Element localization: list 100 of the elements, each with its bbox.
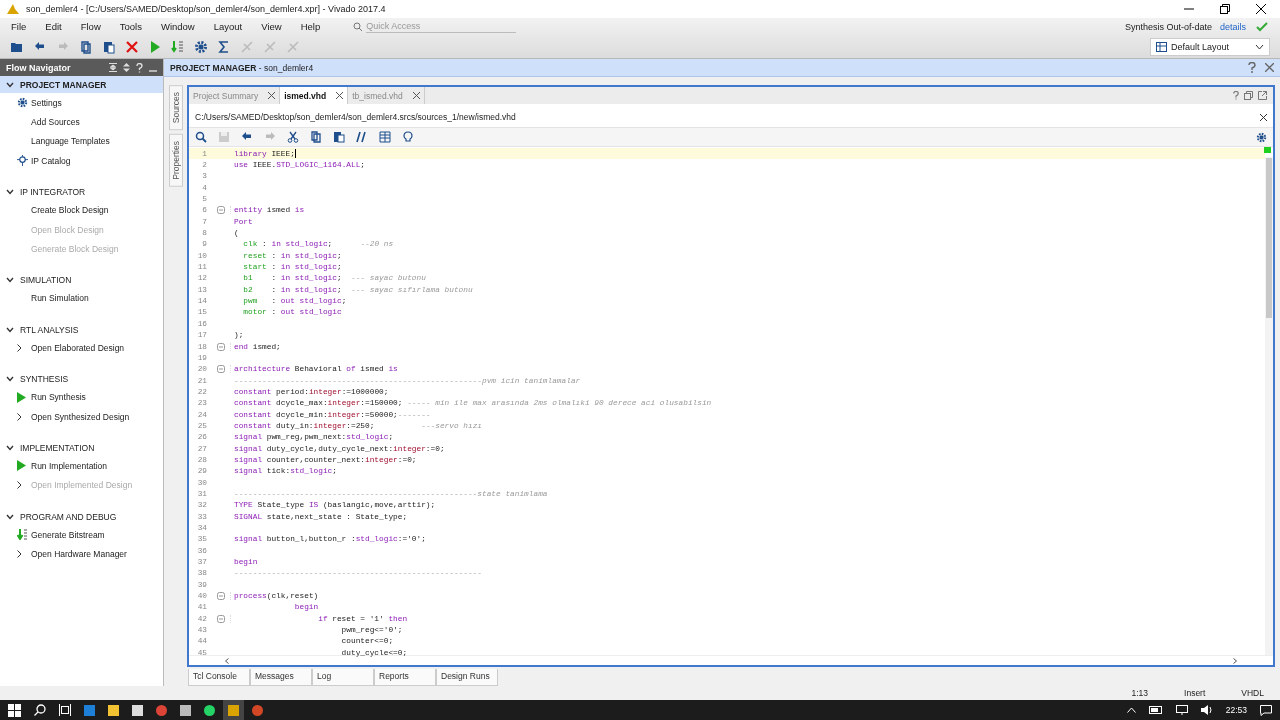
settings-icon xyxy=(17,97,28,109)
scrollbar[interactable] xyxy=(1265,157,1273,655)
copy-icon[interactable] xyxy=(310,131,322,143)
horizontal-scrollbar[interactable] xyxy=(189,655,1273,665)
navigator-item[interactable]: Run Implementation xyxy=(0,456,163,476)
navigator-item[interactable]: Open Elaborated Design xyxy=(0,338,163,358)
section-header[interactable]: PROJECT MANAGER xyxy=(0,76,163,93)
side-tab[interactable]: Properties xyxy=(168,134,183,187)
scroll-left-icon[interactable] xyxy=(225,657,229,664)
cut-icon[interactable] xyxy=(287,131,299,143)
bottom-tab[interactable]: Tcl Console xyxy=(188,669,250,686)
network-icon[interactable] xyxy=(1175,705,1188,715)
chevron-right-icon xyxy=(17,412,22,421)
fold-icon[interactable] xyxy=(216,342,225,351)
bottom-tab[interactable]: Log xyxy=(312,669,374,686)
collapse-icon[interactable] xyxy=(109,63,117,72)
menu-item[interactable]: Window xyxy=(160,21,203,32)
settings-icon[interactable] xyxy=(194,39,208,54)
task-view-icon[interactable] xyxy=(59,704,71,716)
close-icon[interactable] xyxy=(268,92,276,99)
speaker-icon[interactable] xyxy=(1200,705,1213,715)
file-language: VHDL xyxy=(1241,688,1264,698)
search-icon xyxy=(353,21,364,32)
float-window-icon[interactable] xyxy=(1258,91,1267,100)
editor-tab[interactable]: ismed.vhd xyxy=(280,87,349,104)
quick-access-field[interactable]: Quick Access xyxy=(366,20,517,33)
fold-icon[interactable] xyxy=(216,614,225,623)
status-text: Synthesis Out-of-date xyxy=(1124,21,1212,32)
chevron-right-icon xyxy=(17,481,22,490)
menu-item[interactable]: Flow xyxy=(80,21,109,32)
cursor-position: 1:13 xyxy=(1131,688,1149,698)
bottom-tab[interactable]: Reports xyxy=(374,669,436,686)
menu-item[interactable]: Edit xyxy=(45,21,70,32)
bottom-tab[interactable]: Messages xyxy=(250,669,312,686)
windows-start-icon[interactable] xyxy=(8,703,21,717)
comment-icon[interactable] xyxy=(356,131,368,143)
chevron-right-icon xyxy=(17,550,22,559)
chevron-icon xyxy=(6,444,14,451)
notification-icon[interactable] xyxy=(1260,704,1272,716)
chevron-icon xyxy=(6,376,14,382)
chevron-icon xyxy=(6,513,14,520)
play-icon xyxy=(17,391,26,403)
section-header[interactable]: RTL ANALYSIS xyxy=(0,321,163,339)
paste-icon[interactable] xyxy=(333,131,345,143)
navigator-item[interactable]: Language Templates xyxy=(0,131,163,152)
help-icon[interactable] xyxy=(1233,91,1239,100)
menu-item[interactable]: Tools xyxy=(119,21,150,32)
close-icon[interactable] xyxy=(1260,113,1267,121)
navigator-title: Flow Navigator xyxy=(6,62,71,73)
section-header[interactable]: SYNTHESIS xyxy=(0,370,163,388)
menu-item[interactable]: Help xyxy=(300,21,329,32)
fold-icon[interactable] xyxy=(216,592,225,601)
window-title: son_demler4 - [C:/Users/SAMED/Desktop/son_demler4/son_demler4.xpr] - Vivado 2017.4 xyxy=(26,4,386,14)
close-icon[interactable] xyxy=(1256,4,1266,14)
chevron-icon xyxy=(6,189,14,196)
chevron-down-icon xyxy=(1255,43,1264,50)
close-icon[interactable] xyxy=(412,92,420,99)
checkmark-icon xyxy=(1256,21,1268,32)
chevron-up-icon[interactable] xyxy=(1126,707,1136,713)
navigator-item[interactable]: Run Synthesis xyxy=(0,387,163,407)
details-link[interactable]: details xyxy=(1220,21,1246,32)
close-icon[interactable] xyxy=(336,92,344,99)
scroll-right-icon[interactable] xyxy=(1233,657,1237,664)
navigator-item[interactable]: Generate Bitstream xyxy=(0,525,163,545)
file-path: C:/Users/SAMED/Desktop/son_demler4/son_demler4.srcs/sources_1/new/ismed.vhd xyxy=(195,112,516,122)
section-header[interactable]: IP INTEGRATOR xyxy=(0,183,163,201)
section-header[interactable]: IMPLEMENTATION xyxy=(0,439,163,457)
grid-icon[interactable] xyxy=(379,131,391,143)
navigator-item[interactable]: Open Hardware Manager xyxy=(0,544,163,564)
layout-dropdown[interactable]: Default Layout xyxy=(1150,37,1270,56)
fold-icon[interactable] xyxy=(216,206,225,215)
paste-icon[interactable] xyxy=(102,39,116,54)
fold-icon[interactable] xyxy=(216,365,225,374)
battery-icon[interactable] xyxy=(1148,706,1163,714)
menu-item[interactable]: View xyxy=(261,21,290,32)
taskbar-clock[interactable]: 22:53 xyxy=(1225,705,1247,715)
restore-icon[interactable] xyxy=(1220,4,1230,14)
navigator-item[interactable]: Settings xyxy=(0,93,163,113)
menu-item[interactable]: File xyxy=(11,21,35,32)
search-icon[interactable] xyxy=(195,131,207,143)
navigator-item[interactable]: Run Simulation xyxy=(0,288,163,309)
chevron-icon xyxy=(6,326,14,333)
copy-icon[interactable] xyxy=(79,39,93,54)
navigator-item[interactable]: Create Block Design xyxy=(0,200,163,220)
navigator-item[interactable]: IP Catalog xyxy=(0,151,163,171)
search-icon[interactable] xyxy=(34,704,46,716)
settings-icon[interactable] xyxy=(1256,131,1267,143)
menu-item[interactable]: Layout xyxy=(213,21,251,32)
help-icon[interactable] xyxy=(1248,62,1256,73)
navigator-item[interactable]: Add Sources xyxy=(0,112,163,132)
chevron-right-icon xyxy=(17,343,22,352)
chevron-icon xyxy=(6,81,14,88)
expand-icon[interactable] xyxy=(123,63,130,72)
section-header[interactable]: SIMULATION xyxy=(0,271,163,289)
side-tab[interactable]: Sources xyxy=(168,85,183,131)
bulb-icon[interactable] xyxy=(402,131,414,143)
navigator-item[interactable]: Open Synthesized Design xyxy=(0,406,163,427)
bottom-tab[interactable]: Design Runs xyxy=(436,669,498,686)
section-header[interactable]: PROGRAM AND DEBUG xyxy=(0,508,163,526)
sigma-icon[interactable] xyxy=(217,39,231,54)
